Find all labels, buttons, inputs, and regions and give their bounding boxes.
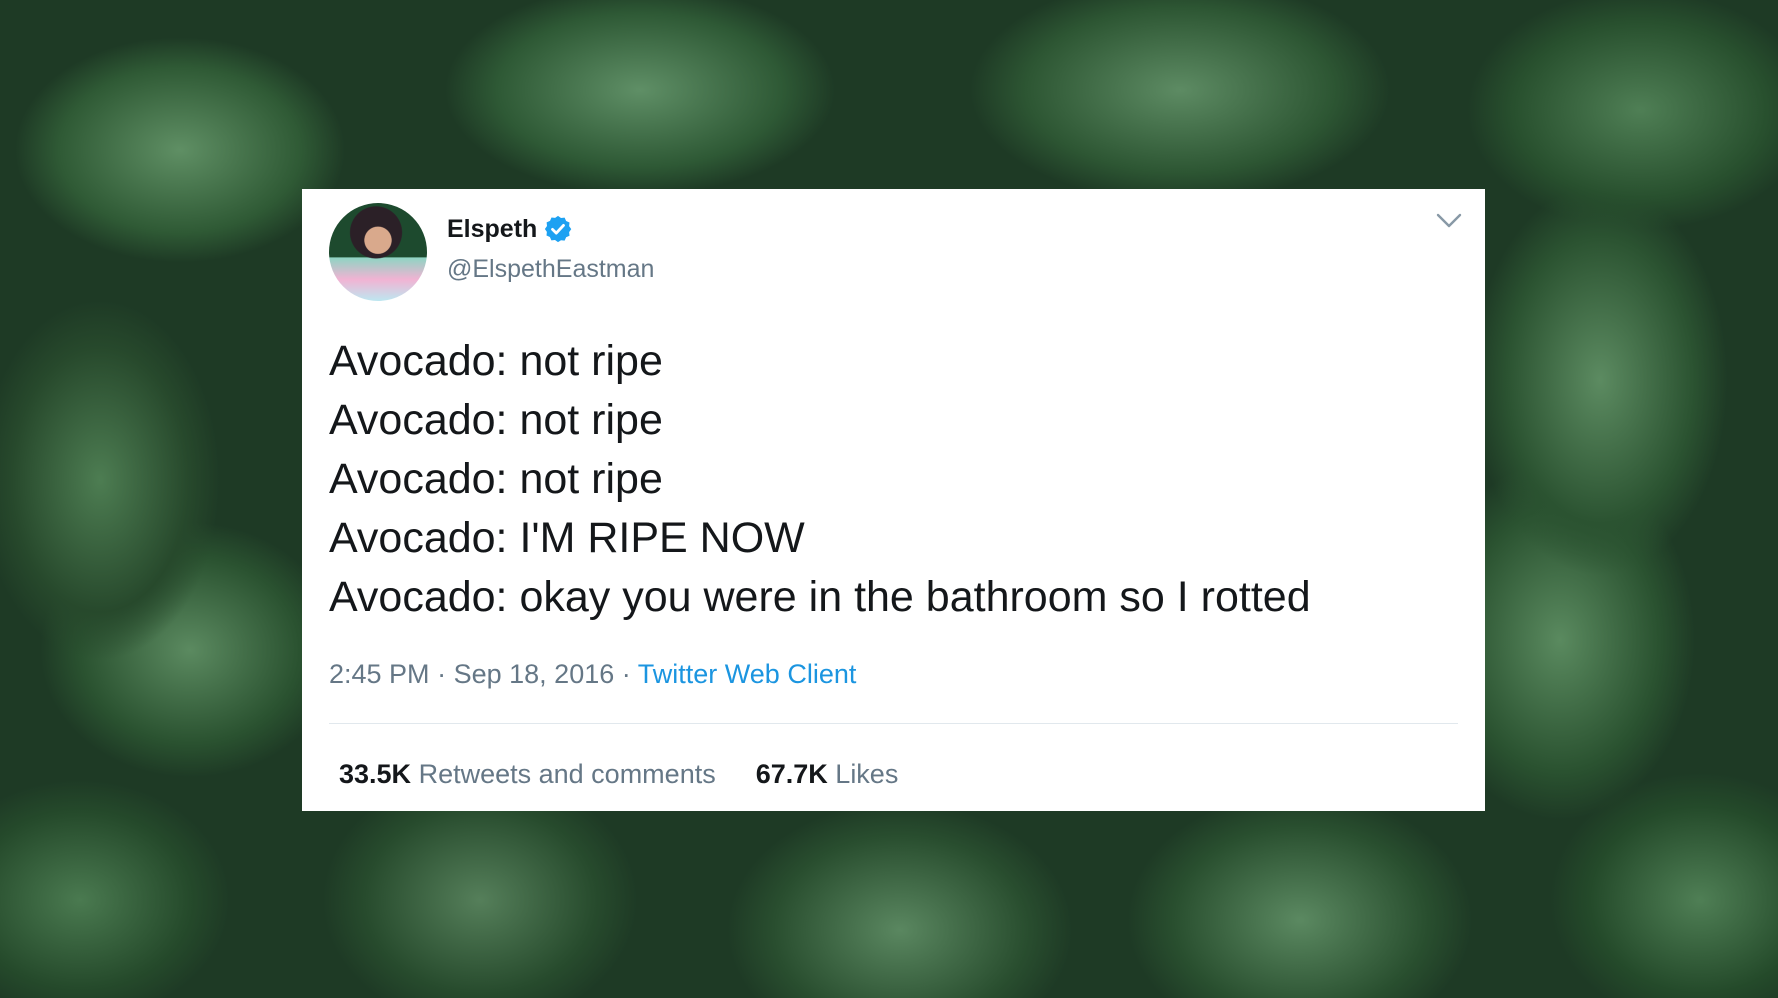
author-avatar[interactable]: [329, 203, 427, 301]
tweet-line: Avocado: not ripe: [329, 396, 663, 444]
tweet-line: Avocado: I'M RIPE NOW: [329, 514, 805, 562]
tweet-stats: 33.5K Retweets and comments 67.7K Likes: [339, 759, 898, 790]
tweet-metadata: 2:45 PM · Sep 18, 2016 · Twitter Web Cli…: [329, 659, 856, 690]
likes-label: Likes: [835, 759, 899, 789]
tweet-text: Avocado: not ripe Avocado: not ripe Avoc…: [329, 332, 1459, 627]
tweet-time[interactable]: 2:45 PM: [329, 659, 430, 689]
meta-separator: ·: [437, 659, 447, 689]
tweet-date[interactable]: Sep 18, 2016: [454, 659, 615, 689]
tweet-line: Avocado: not ripe: [329, 337, 663, 385]
retweets-stat[interactable]: 33.5K Retweets and comments: [339, 759, 716, 790]
divider: [329, 723, 1458, 724]
verified-badge-icon: [545, 215, 572, 243]
retweets-count: 33.5K: [339, 759, 412, 789]
likes-stat[interactable]: 67.7K Likes: [756, 759, 899, 790]
likes-count: 67.7K: [755, 759, 828, 789]
tweet-line: Avocado: okay you were in the bathroom s…: [329, 573, 1311, 621]
tweet-source-link[interactable]: Twitter Web Client: [638, 659, 857, 689]
meta-separator: ·: [621, 659, 631, 689]
author-handle[interactable]: @ElspethEastman: [447, 255, 654, 284]
tweet-card: Elspeth @ElspethEastman Avocado: not rip…: [302, 189, 1485, 811]
tweet-line: Avocado: not ripe: [329, 455, 663, 503]
chevron-down-icon[interactable]: [1435, 211, 1463, 231]
author-name[interactable]: Elspeth: [447, 215, 537, 244]
author-name-row: Elspeth: [447, 214, 573, 244]
retweets-label: Retweets and comments: [418, 759, 716, 789]
